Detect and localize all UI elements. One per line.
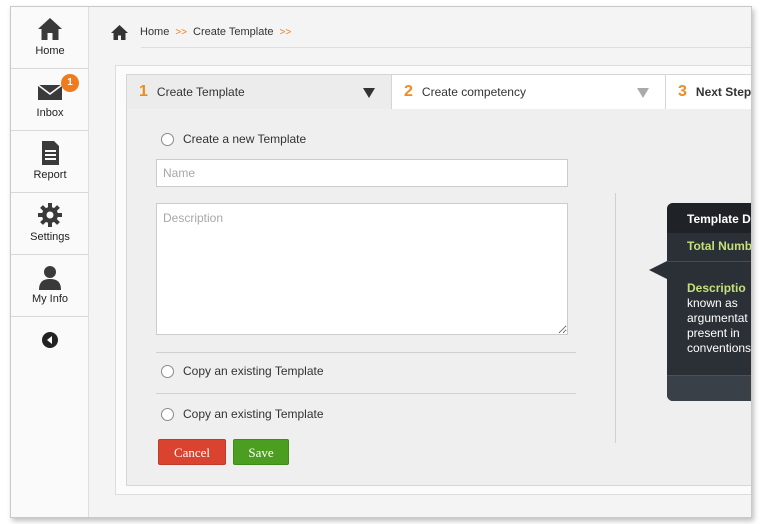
- name-input[interactable]: [156, 159, 568, 187]
- wizard-container: 1 Create Template 2 Create competency 3 …: [126, 74, 752, 486]
- wizard-steps: 1 Create Template 2 Create competency 3 …: [127, 75, 752, 109]
- radio-button[interactable]: [161, 364, 174, 378]
- divider: [156, 352, 576, 353]
- radio-button[interactable]: [161, 132, 174, 146]
- sidebar-item-label: Home: [35, 45, 65, 57]
- radio-label: Copy an existing Template: [183, 364, 324, 378]
- tooltip-footer: [667, 375, 751, 401]
- sidebar-item-label: Settings: [30, 231, 70, 243]
- tooltip-divider: [667, 261, 751, 262]
- sidebar: Home 1 Inbox Report Settings My Info: [11, 7, 89, 517]
- tooltip-description-line: conventions: [687, 341, 752, 355]
- sidebar-item-label: Inbox: [36, 107, 64, 119]
- vertical-divider: [615, 193, 616, 443]
- tooltip-pointer: [649, 261, 667, 279]
- radio-label: Create a new Template: [183, 132, 307, 146]
- tooltip-description: Descriptio known as argumentat present i…: [687, 281, 752, 356]
- copy-existing-template-option[interactable]: Copy an existing Template: [161, 407, 324, 421]
- tab-next-step[interactable]: 3 Next Step: [666, 75, 752, 109]
- create-new-template-option[interactable]: Create a new Template: [161, 132, 306, 146]
- back-arrow-icon: [41, 331, 59, 354]
- tooltip-total-label: Total Numb: [687, 239, 752, 253]
- tab-create-template[interactable]: 1 Create Template: [127, 75, 392, 109]
- step-number: 2: [404, 83, 413, 100]
- template-details-tooltip: Template D Total Numb Descriptio known a…: [667, 203, 752, 401]
- sidebar-item-label: Report: [33, 169, 67, 181]
- sidebar-item-inbox[interactable]: 1 Inbox: [11, 69, 89, 131]
- triangle-down-icon: [363, 88, 375, 98]
- sidebar-item-report[interactable]: Report: [11, 131, 89, 193]
- breadcrumb-divider: [141, 47, 751, 48]
- breadcrumb-current: Create Template: [193, 26, 274, 38]
- step-number: 1: [139, 83, 148, 100]
- step-label: Next Step: [695, 85, 752, 99]
- copy-existing-template-option[interactable]: Copy an existing Template: [161, 364, 324, 378]
- breadcrumb-separator: >>: [175, 26, 188, 38]
- breadcrumb-separator: >>: [279, 26, 292, 38]
- user-icon: [11, 263, 89, 291]
- radio-label: Copy an existing Template: [183, 407, 324, 421]
- cancel-button[interactable]: Cancel: [158, 439, 226, 465]
- step-label: Create Template: [156, 85, 245, 99]
- sidebar-item-my-info[interactable]: My Info: [11, 255, 89, 317]
- breadcrumb: Home >> Create Template >>: [111, 23, 297, 41]
- tooltip-title: Template D: [667, 203, 751, 233]
- breadcrumb-home-link[interactable]: Home: [140, 26, 169, 38]
- tooltip-description-label: Descriptio: [687, 281, 746, 295]
- sidebar-item-home[interactable]: Home: [11, 7, 89, 69]
- sidebar-item-label: My Info: [31, 293, 69, 305]
- divider: [156, 393, 576, 394]
- save-button[interactable]: Save: [233, 439, 289, 465]
- step-number: 3: [678, 83, 687, 100]
- triangle-down-icon: [637, 88, 649, 98]
- sidebar-item-settings[interactable]: Settings: [11, 193, 89, 255]
- radio-button[interactable]: [161, 407, 174, 421]
- tooltip-description-line: argumentat: [687, 311, 748, 325]
- inbox-count-badge: 1: [61, 74, 79, 92]
- tab-create-competency[interactable]: 2 Create competency: [392, 75, 666, 109]
- collapse-sidebar-button[interactable]: [11, 317, 89, 367]
- tooltip-description-line: present in: [687, 326, 740, 340]
- main-panel: 1 Create Template 2 Create competency 3 …: [115, 65, 752, 495]
- description-textarea[interactable]: [156, 203, 568, 335]
- app-window: Home 1 Inbox Report Settings My Info Hom…: [10, 6, 752, 518]
- document-icon: [11, 139, 89, 167]
- step-label: Create competency: [421, 85, 526, 99]
- home-icon: [11, 15, 89, 43]
- gear-icon: [11, 201, 89, 229]
- tooltip-description-line: known as: [687, 296, 738, 310]
- home-icon[interactable]: [111, 24, 128, 40]
